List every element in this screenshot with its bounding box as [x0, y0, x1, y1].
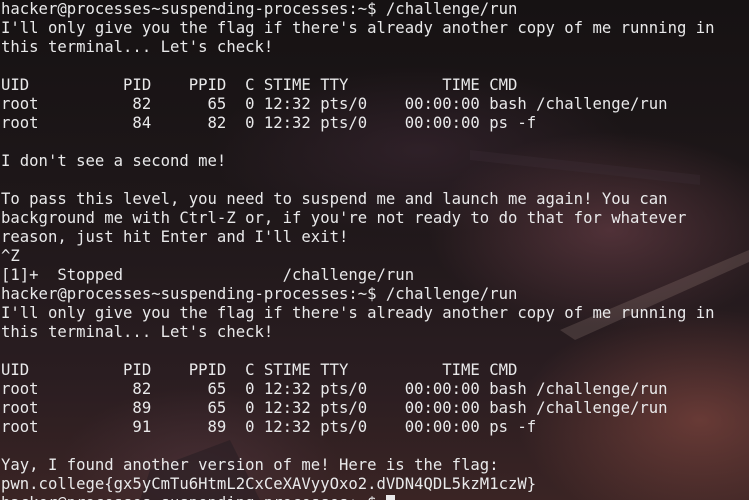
terminal-line: root 82 65 0 12:32 pts/0 00:00:00 bash /…	[1, 95, 747, 114]
terminal-line-text: pwn.college{gx5yCmTu6HtmL2CxCeXAVyyOxo2.…	[1, 475, 537, 493]
terminal-line: I don't see a second me!	[1, 152, 747, 171]
terminal-line-text: To pass this level, you need to suspend …	[1, 190, 668, 208]
terminal-line-text: ^Z	[1, 247, 20, 265]
terminal-line-text: hacker@processes~suspending-processes:~$…	[1, 0, 518, 18]
terminal-line: root 82 65 0 12:32 pts/0 00:00:00 bash /…	[1, 380, 747, 399]
terminal-line: root 91 89 0 12:32 pts/0 00:00:00 ps -f	[1, 418, 747, 437]
terminal-line-text: hacker@processes~suspending-processes:~$…	[1, 285, 518, 303]
terminal-line: pwn.college{gx5yCmTu6HtmL2CxCeXAVyyOxo2.…	[1, 475, 747, 494]
terminal-line-text: this terminal... Let's check!	[1, 323, 274, 341]
terminal-line: this terminal... Let's check!	[1, 38, 747, 57]
terminal-line: hacker@processes~suspending-processes:~$	[1, 494, 747, 500]
terminal-line-text: I don't see a second me!	[1, 152, 227, 170]
terminal-line: To pass this level, you need to suspend …	[1, 190, 747, 209]
terminal-line: UID PID PPID C STIME TTY TIME CMD	[1, 361, 747, 380]
terminal-cursor	[385, 495, 395, 500]
terminal-line-text: hacker@processes~suspending-processes:~$	[1, 494, 386, 500]
terminal-line: hacker@processes~suspending-processes:~$…	[1, 0, 747, 19]
terminal-line: root 89 65 0 12:32 pts/0 00:00:00 bash /…	[1, 399, 747, 418]
terminal-line-text: this terminal... Let's check!	[1, 38, 274, 56]
terminal-line: this terminal... Let's check!	[1, 323, 747, 342]
terminal-line-text: root 91 89 0 12:32 pts/0 00:00:00 ps -f	[1, 418, 537, 436]
terminal-line: UID PID PPID C STIME TTY TIME CMD	[1, 76, 747, 95]
terminal-line-text: background me with Ctrl-Z or, if you're …	[1, 209, 687, 227]
terminal-line: hacker@processes~suspending-processes:~$…	[1, 285, 747, 304]
terminal-line-text: UID PID PPID C STIME TTY TIME CMD	[1, 361, 518, 379]
terminal-line-text: [1]+ Stopped /challenge/run	[1, 266, 415, 284]
terminal-line: I'll only give you the flag if there's a…	[1, 19, 747, 38]
terminal-line: Yay, I found another version of me! Here…	[1, 456, 747, 475]
terminal-line: ^Z	[1, 247, 747, 266]
terminal-line: reason, just hit Enter and I'll exit!	[1, 228, 747, 247]
terminal-window[interactable]: hacker@processes~suspending-processes:~$…	[1, 0, 747, 500]
terminal-line: root 84 82 0 12:32 pts/0 00:00:00 ps -f	[1, 114, 747, 133]
terminal-line: I'll only give you the flag if there's a…	[1, 304, 747, 323]
terminal-line: [1]+ Stopped /challenge/run	[1, 266, 747, 285]
terminal-line-text: root 84 82 0 12:32 pts/0 00:00:00 ps -f	[1, 114, 537, 132]
terminal-line: background me with Ctrl-Z or, if you're …	[1, 209, 747, 228]
terminal-line-text: root 89 65 0 12:32 pts/0 00:00:00 bash /…	[1, 399, 668, 417]
terminal-line-text: UID PID PPID C STIME TTY TIME CMD	[1, 76, 518, 94]
terminal-line-text: I'll only give you the flag if there's a…	[1, 304, 715, 322]
terminal-line-text: I'll only give you the flag if there's a…	[1, 19, 715, 37]
terminal-line-text: root 82 65 0 12:32 pts/0 00:00:00 bash /…	[1, 380, 668, 398]
terminal-line-text: root 82 65 0 12:32 pts/0 00:00:00 bash /…	[1, 95, 668, 113]
terminal-line-text: Yay, I found another version of me! Here…	[1, 456, 499, 474]
terminal-line-text: reason, just hit Enter and I'll exit!	[1, 228, 349, 246]
